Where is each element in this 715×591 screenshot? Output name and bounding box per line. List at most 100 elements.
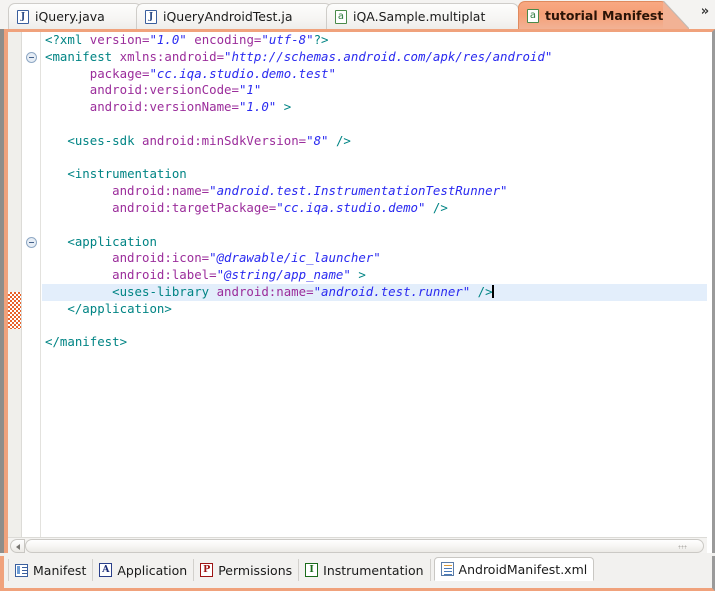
code-token-val: "android.test.InstrumentationTestRunner" bbox=[209, 183, 508, 199]
page-tab-label: Application bbox=[117, 562, 188, 578]
permissions-icon: P bbox=[200, 563, 214, 577]
code-token-attr: encoding= bbox=[194, 32, 262, 47]
java-file-icon-glyph: J bbox=[145, 9, 157, 24]
code-token-attr: android:minSdkVersion= bbox=[142, 132, 307, 148]
page-tab-androidmanifest-xml[interactable]: AndroidManifest.xml bbox=[433, 557, 595, 581]
text-cursor bbox=[491, 284, 494, 298]
code-line[interactable]: android:targetPackage="cc.iqa.studio.dem… bbox=[42, 200, 707, 217]
code-token-val: "@drawable/ic_launcher" bbox=[209, 250, 381, 266]
code-token-attr: android:versionName= bbox=[89, 99, 239, 115]
code-line[interactable]: android:name="android.test.Instrumentati… bbox=[42, 183, 707, 200]
page-tab-label: Instrumentation bbox=[323, 562, 424, 578]
page-tab-label: AndroidManifest.xml bbox=[458, 561, 588, 577]
code-editor-text[interactable]: <?xml version="1.0" encoding="utf-8"?> <m… bbox=[42, 32, 707, 537]
code-token-pi: <?xml bbox=[45, 32, 90, 47]
horizontal-scrollbar-thumb[interactable] bbox=[25, 538, 704, 553]
code-token-attr: xmlns:android= bbox=[119, 48, 225, 64]
application-icon: A bbox=[99, 563, 113, 577]
code-line[interactable]: package="cc.iqa.studio.demo.test" bbox=[42, 66, 707, 83]
code-line[interactable]: <uses-sdk android:minSdkVersion="8" /> bbox=[42, 133, 707, 150]
code-line[interactable] bbox=[42, 318, 707, 335]
android-file-icon: a bbox=[335, 9, 348, 24]
code-token-attr: android:targetPackage= bbox=[112, 199, 277, 215]
page-tab-manifest[interactable]: Manifest bbox=[8, 559, 94, 581]
code-token-tag: /> bbox=[328, 132, 351, 148]
fold-collapse-icon[interactable] bbox=[26, 236, 37, 248]
editor-tab-3[interactable]: a iQA.Sample.multiplat bbox=[326, 3, 519, 29]
page-tab-permissions[interactable]: P Permissions bbox=[194, 559, 300, 581]
code-line[interactable]: <manifest xmlns:android="http://schemas.… bbox=[42, 49, 707, 66]
editor-tab-4[interactable]: a tutorial Manifest bbox=[518, 1, 668, 29]
code-token-pi: ?> bbox=[313, 32, 329, 47]
code-token-tag: > bbox=[350, 267, 366, 283]
editor-tab-2[interactable]: JiQueryAndroidTest.ja bbox=[136, 3, 332, 29]
annotation-ruler[interactable] bbox=[8, 32, 22, 537]
active-tab-slant bbox=[663, 1, 689, 29]
code-line[interactable]: <?xml version="1.0" encoding="utf-8"?> bbox=[42, 32, 707, 49]
change-bar-marker bbox=[8, 292, 21, 329]
android-file-icon-glyph: a bbox=[527, 8, 539, 23]
code-line[interactable]: android:versionName="1.0" > bbox=[42, 99, 707, 116]
code-token-tag: </application> bbox=[67, 300, 172, 316]
code-token-val: "utf-8" bbox=[261, 32, 314, 47]
instrumentation-icon: I bbox=[305, 563, 319, 577]
scrollbar-grip-icon bbox=[678, 544, 687, 549]
code-token-attr: android:icon= bbox=[112, 250, 210, 266]
code-token-tag: </manifest> bbox=[45, 334, 128, 350]
editor-tab-label: iQA.Sample.multiplat bbox=[353, 9, 486, 24]
code-token-tag: <application bbox=[67, 233, 157, 249]
code-line[interactable] bbox=[42, 150, 707, 167]
code-token-val: "1" bbox=[238, 82, 262, 98]
editor-tab-bar: JiQuery.java JiQueryAndroidTest.ja a iQA.Sa… bbox=[0, 0, 715, 29]
fold-collapse-icon[interactable] bbox=[26, 51, 37, 63]
horizontal-scrollbar[interactable] bbox=[8, 537, 707, 553]
code-token-val: "cc.iqa.studio.demo.test" bbox=[149, 65, 336, 81]
code-line[interactable]: android:label="@string/app_name" > bbox=[42, 267, 707, 284]
code-line[interactable]: </manifest> bbox=[42, 334, 707, 351]
code-token-attr: android:versionCode= bbox=[89, 82, 239, 98]
page-tab-application[interactable]: A Application bbox=[93, 559, 195, 581]
code-token-val: "1.0" bbox=[238, 99, 277, 115]
code-line[interactable]: <application bbox=[42, 234, 707, 251]
java-file-icon: J bbox=[17, 9, 30, 24]
code-token-val: "android.test.runner" bbox=[313, 283, 471, 299]
page-tab-label: Manifest bbox=[33, 562, 87, 578]
code-token-val: "cc.iqa.studio.demo" bbox=[276, 199, 426, 215]
code-line[interactable]: <instrumentation bbox=[42, 166, 707, 183]
code-line-highlighted[interactable]: <uses-library android:name="android.test… bbox=[42, 283, 707, 301]
editor-tab-label: iQuery.java bbox=[35, 9, 105, 24]
code-token-val: "8" bbox=[306, 132, 329, 148]
editor-tab-label: iQueryAndroidTest.ja bbox=[163, 9, 293, 24]
code-token-tag: /> bbox=[425, 199, 448, 215]
code-token-tag: <instrumentation bbox=[67, 166, 187, 182]
code-token-val: "@string/app_name" bbox=[216, 267, 351, 283]
tab-overflow-chevron-icon[interactable]: » bbox=[697, 2, 713, 22]
code-token-attr: android:name= bbox=[216, 283, 314, 299]
code-token-tag: /> bbox=[470, 283, 493, 299]
scroll-left-arrow-icon[interactable] bbox=[10, 538, 25, 553]
editor-tab-label: tutorial Manifest bbox=[545, 8, 664, 23]
page-tab-label: Permissions bbox=[218, 562, 293, 578]
code-folding-gutter[interactable] bbox=[23, 32, 41, 537]
editor-tab-1[interactable]: JiQuery.java bbox=[8, 3, 142, 29]
code-line[interactable] bbox=[42, 116, 707, 133]
code-line[interactable]: android:icon="@drawable/ic_launcher" bbox=[42, 250, 707, 267]
code-token-tag: > bbox=[276, 99, 292, 115]
code-token-tag: <manifest bbox=[45, 48, 120, 64]
xml-source-icon bbox=[440, 562, 454, 576]
code-line[interactable]: android:versionCode="1" bbox=[42, 82, 707, 99]
page-tab-instrumentation[interactable]: I Instrumentation bbox=[299, 559, 431, 581]
code-line[interactable]: </application> bbox=[42, 301, 707, 318]
code-line[interactable] bbox=[42, 217, 707, 234]
